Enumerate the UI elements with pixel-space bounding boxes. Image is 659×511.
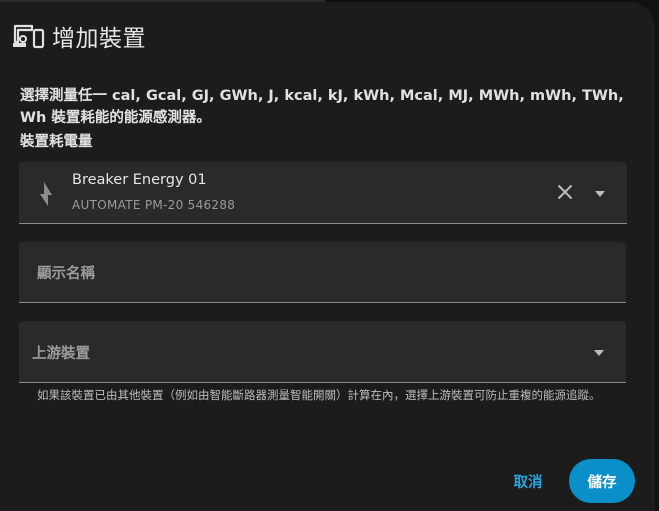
- dropdown-toggle-button[interactable]: [593, 186, 607, 200]
- display-name-placeholder: 顯示名稱: [37, 266, 95, 282]
- devices-icon: [12, 22, 46, 50]
- upstream-helper-text: 如果該裝置已由其他裝置（例如由智能斷路器測量智能開關）計算在內，選擇上游裝置可防…: [37, 388, 601, 402]
- chevron-down-icon: [595, 191, 605, 197]
- dialog-description: 選擇測量任一 cal, Gcal, GJ, GWh, J, kcal, kJ, …: [20, 88, 624, 126]
- upstream-device-select[interactable]: 上游裝置: [19, 321, 626, 383]
- add-device-dialog: 增加裝置 選擇測量任一 cal, Gcal, GJ, GWh, J, kcal,…: [0, 2, 655, 511]
- close-icon: [558, 185, 572, 199]
- dialog-header: 增加裝置: [12, 20, 146, 52]
- selected-sensor-device: AUTOMATE PM-20 546288: [72, 198, 236, 212]
- selected-sensor-name: Breaker Energy 01: [72, 172, 207, 188]
- upstream-dropdown-toggle[interactable]: [592, 345, 606, 359]
- dialog-title: 增加裝置: [52, 26, 146, 52]
- clear-selection-button[interactable]: [554, 181, 576, 203]
- cancel-button[interactable]: 取消: [500, 464, 556, 498]
- save-button[interactable]: 儲存: [569, 459, 635, 503]
- flash-icon: [37, 181, 55, 207]
- chevron-down-icon: [594, 350, 604, 356]
- upstream-device-placeholder: 上游裝置: [32, 346, 90, 362]
- display-name-input[interactable]: 顯示名稱: [19, 242, 626, 303]
- section-label-device-consumption: 裝置耗電量: [20, 134, 93, 150]
- device-consumption-picker[interactable]: Breaker Energy 01 AUTOMATE PM-20 546288: [19, 162, 627, 224]
